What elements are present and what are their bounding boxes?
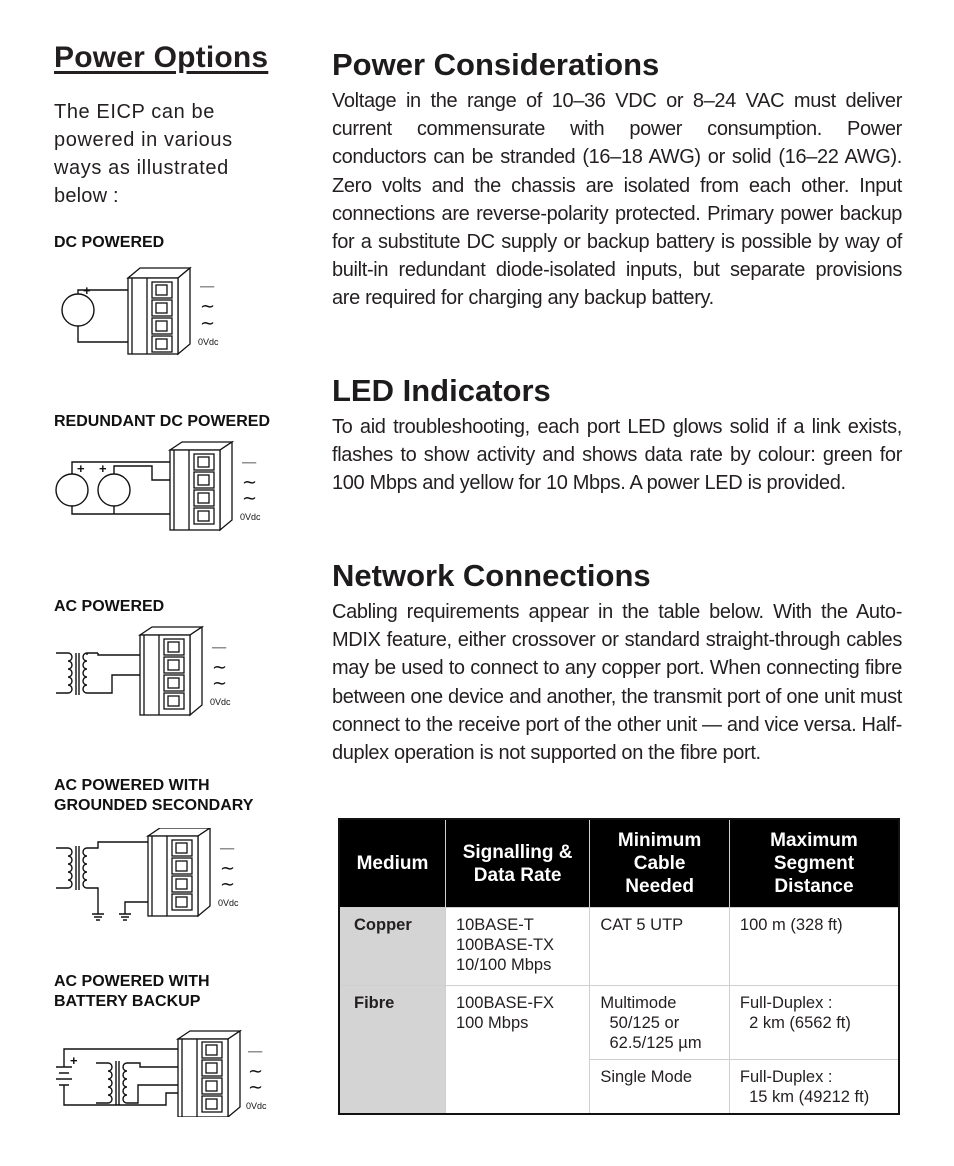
dc-symbol: ── — [199, 282, 215, 293]
section-title: Power Considerations — [332, 47, 660, 82]
svg-text:──: ── — [241, 458, 257, 469]
diagram-label-ac-battery: AC POWERED WITH BATTERY BACKUP — [54, 973, 210, 1010]
section-power-considerations: Power Considerations Voltage in the rang… — [332, 46, 902, 313]
cell-cable: Multimode 50/125 or 62.5/125 µm — [589, 985, 730, 1060]
svg-text:+: + — [99, 461, 107, 476]
cell-distance: Full-Duplex : 2 km (6562 ft) — [728, 985, 899, 1060]
svg-text:∼: ∼ — [242, 488, 257, 508]
svg-text:0Vdc: 0Vdc — [210, 697, 231, 707]
zero-volt-label: 0Vdc — [198, 337, 219, 347]
cell-signalling: 10BASE-T 100BASE-TX 10/100 Mbps — [444, 907, 590, 986]
svg-text:──: ── — [247, 1047, 263, 1058]
terminal-block-icon — [175, 1029, 243, 1117]
table-header-row: Medium Signalling & Data Rate Minimum Ca… — [339, 819, 899, 908]
header-cable: Minimum Cable Needed — [589, 819, 730, 908]
power-options-intro: The EICP can be powered in various ways … — [54, 98, 294, 210]
svg-text:+: + — [70, 1053, 78, 1068]
header-medium: Medium — [339, 819, 446, 908]
diagram-label-dc-powered: DC POWERED — [54, 234, 165, 251]
redundant-dc-diagram: + + ── ∼ ∼ 0Vdc — [55, 440, 261, 532]
power-options-column: Power Options The EICP can be powered in… — [54, 40, 314, 210]
terminal-block-icon — [167, 440, 235, 532]
cell-medium: Copper — [339, 907, 446, 986]
terminal-block-icon — [145, 828, 212, 918]
svg-text:+: + — [77, 461, 85, 476]
section-title: Network Connections — [332, 558, 651, 593]
terminal-block-icon — [126, 266, 192, 356]
cell-signalling: 100BASE-FX 100 Mbps — [444, 985, 590, 1114]
ac-powered-diagram: ── ∼ ∼ 0Vdc — [56, 625, 231, 717]
cell-distance: Full-Duplex : 15 km (49212 ft) — [728, 1059, 899, 1114]
section-body: Voltage in the range of 10–36 VDC or 8–2… — [332, 90, 902, 310]
cell-cable: CAT 5 UTP — [589, 907, 730, 986]
cell-medium: Fibre — [339, 985, 446, 1114]
section-led-indicators: LED Indicators To aid troubleshooting, e… — [332, 372, 902, 498]
ac-symbol: ∼ — [200, 313, 215, 333]
intro-line: powered in various — [54, 129, 233, 151]
svg-text:∼: ∼ — [212, 673, 227, 693]
plus-sign: + — [83, 283, 91, 298]
intro-line: below : — [54, 185, 119, 207]
table-row-copper: Copper 10BASE-T 100BASE-TX 10/100 Mbps C… — [339, 907, 899, 986]
svg-text:0Vdc: 0Vdc — [240, 512, 261, 522]
intro-line: The EICP can be — [54, 101, 215, 123]
ac-grounded-diagram: ── ∼ ∼ 0Vdc — [56, 828, 239, 921]
ac-battery-diagram: + ── ∼ ∼ 0Vdc — [56, 1029, 267, 1117]
svg-text:──: ── — [211, 643, 227, 654]
terminal-block-icon — [137, 625, 205, 717]
intro-line: ways as illustrated — [54, 157, 229, 179]
cabling-table: Medium Signalling & Data Rate Minimum Ca… — [338, 818, 900, 1115]
svg-text:∼: ∼ — [220, 874, 235, 894]
section-body: To aid troubleshooting, each port LED gl… — [332, 416, 902, 495]
diagram-label-ac-grounded: AC POWERED WITH GROUNDED SECONDARY — [54, 777, 254, 814]
table-row-fibre-multimode: Fibre 100BASE-FX 100 Mbps Multimode 50/1… — [339, 985, 899, 1114]
header-signalling: Signalling & Data Rate — [444, 819, 590, 908]
section-body: Cabling requirements appear in the table… — [332, 601, 902, 765]
diagram-label-ac-powered: AC POWERED — [54, 598, 165, 615]
svg-text:∼: ∼ — [248, 1077, 263, 1097]
cell-cable: Single Mode — [589, 1059, 730, 1114]
cell-distance: 100 m (328 ft) — [728, 907, 899, 986]
section-network-connections: Network Connections Cabling requirements… — [332, 557, 902, 767]
dc-powered-diagram: + ── ∼ ∼ 0Vdc — [61, 266, 219, 356]
svg-text:0Vdc: 0Vdc — [218, 898, 239, 908]
svg-text:0Vdc: 0Vdc — [246, 1101, 267, 1111]
power-options-title: Power Options — [54, 41, 269, 74]
section-title: LED Indicators — [332, 373, 551, 408]
header-distance: Maximum Segment Distance — [728, 819, 899, 908]
diagram-label-redundant-dc: REDUNDANT DC POWERED — [54, 413, 270, 430]
svg-text:──: ── — [219, 844, 235, 855]
